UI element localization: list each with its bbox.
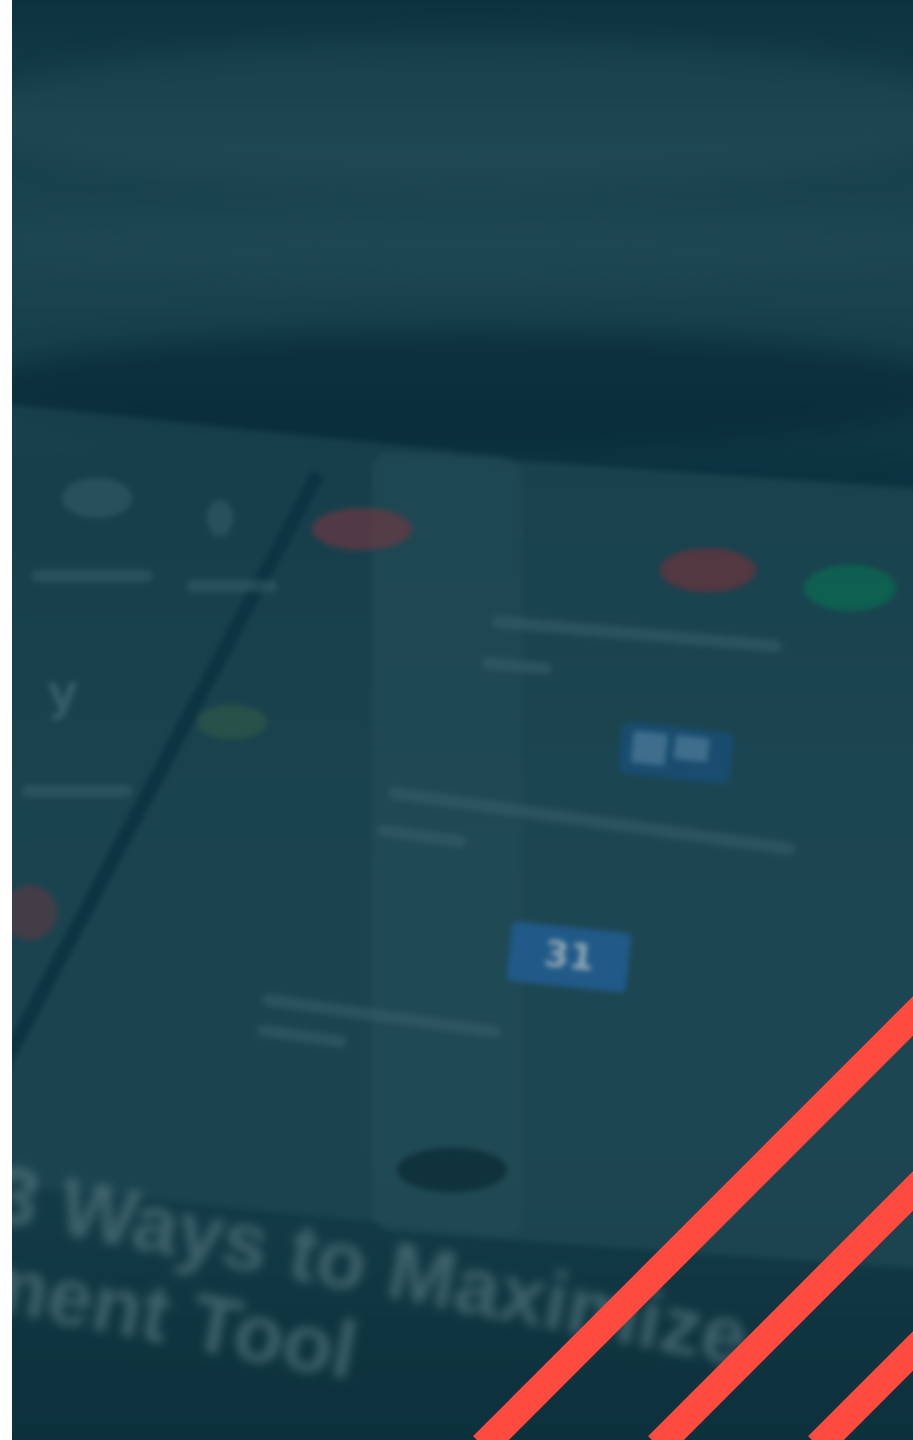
- image-frame: y 31 3 Ways to Maximize ment Tool: [12, 0, 913, 1440]
- red-stripe-3: [808, 1331, 913, 1440]
- red-stripe-1: [473, 996, 913, 1440]
- red-diagonal-stripes: [473, 996, 913, 1440]
